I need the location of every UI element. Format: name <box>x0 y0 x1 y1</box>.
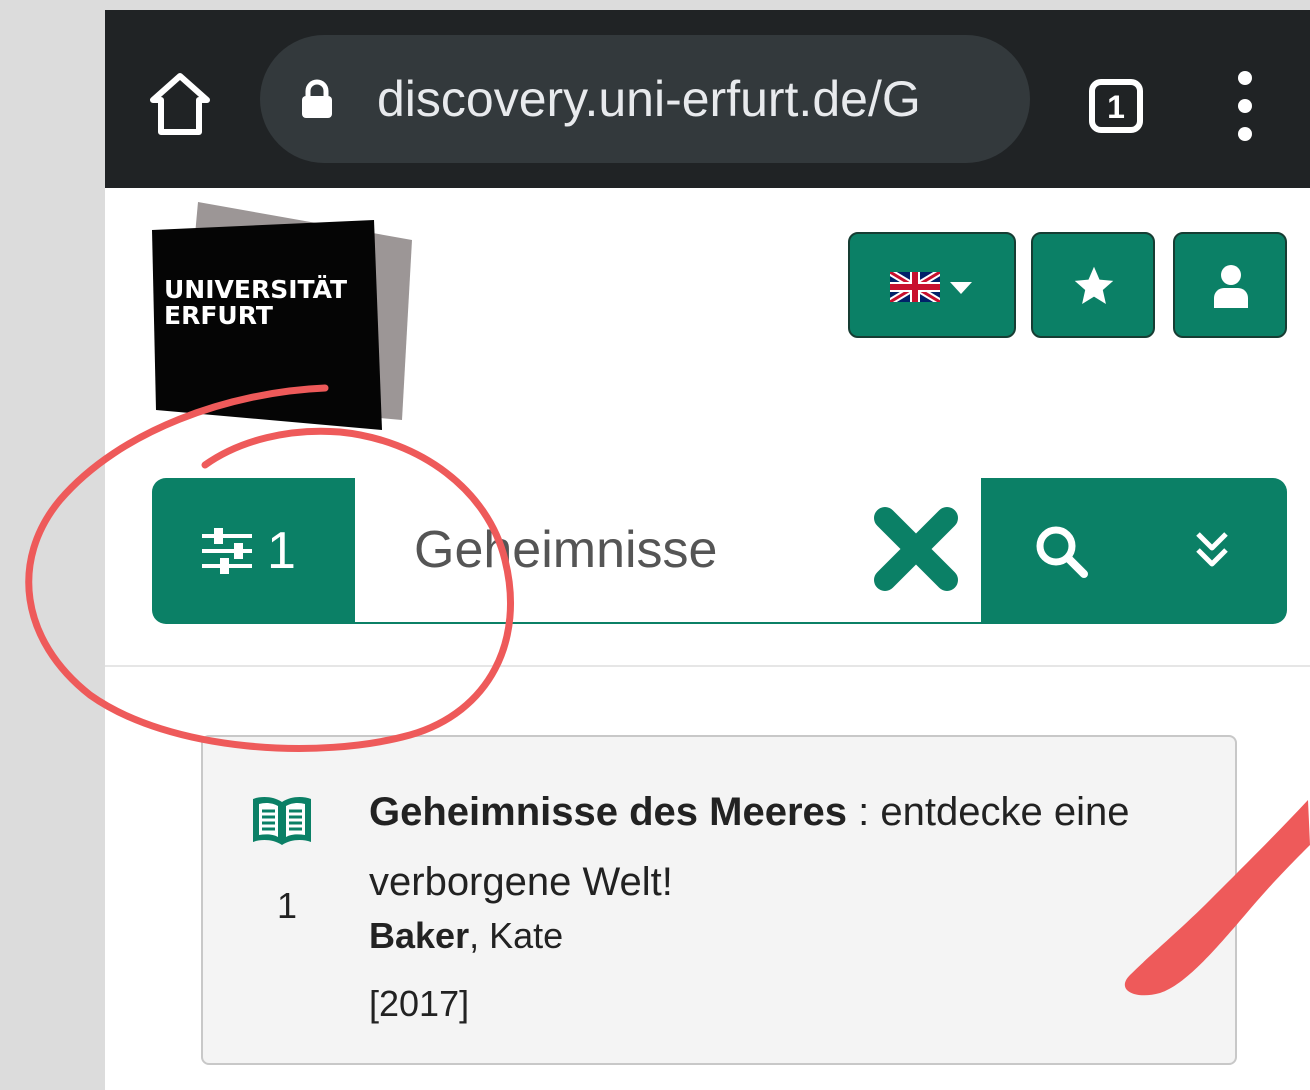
search-submit-button[interactable] <box>981 478 1147 624</box>
result-title-main[interactable]: Geheimnisse des Meeres <box>369 790 847 834</box>
filter-button[interactable]: 1 <box>152 478 355 624</box>
tabs-icon[interactable]: 1 <box>1088 78 1144 134</box>
lock-icon <box>302 79 332 118</box>
result-date: [2017] <box>369 983 470 1024</box>
advanced-search-toggle[interactable] <box>1147 478 1287 624</box>
book-icon <box>253 797 311 845</box>
phone-screen: discovery.uni-erfurt.de/G 1 UNIVERSITÄT … <box>105 10 1310 1090</box>
search-icon <box>1036 526 1088 578</box>
tab-count: 1 <box>1107 89 1125 125</box>
more-vert-icon[interactable] <box>1220 68 1270 144</box>
divider <box>105 665 1310 667</box>
url-text[interactable]: discovery.uni-erfurt.de/G <box>377 35 1017 163</box>
close-icon[interactable] <box>873 506 959 592</box>
uk-flag-icon <box>890 272 940 302</box>
home-icon[interactable] <box>145 68 215 138</box>
search-query[interactable]: Geheimnisse <box>414 478 717 622</box>
caret-down-icon <box>950 282 972 294</box>
result-item[interactable]: 1 Geheimnisse des Meeres : entdecke eine… <box>201 735 1237 1065</box>
sliders-icon <box>202 528 252 574</box>
address-bar[interactable]: discovery.uni-erfurt.de/G <box>260 35 1030 163</box>
chevron-double-down-icon <box>1196 532 1228 567</box>
browser-toolbar: discovery.uni-erfurt.de/G 1 <box>105 10 1310 188</box>
result-author[interactable]: Baker, Kate <box>369 915 563 957</box>
university-logo[interactable]: UNIVERSITÄT ERFURT <box>150 200 420 435</box>
search-input[interactable]: Geheimnisse <box>355 478 981 624</box>
language-button[interactable] <box>848 232 1016 338</box>
favorites-button[interactable] <box>1031 232 1155 338</box>
logo-line2: ERFURT <box>164 301 273 330</box>
author-first-name: , Kate <box>469 915 564 956</box>
user-icon <box>1214 265 1248 308</box>
logo-line1: UNIVERSITÄT <box>164 274 347 304</box>
star-icon <box>1074 266 1114 304</box>
author-last-name: Baker <box>369 915 470 956</box>
active-filter-count: 1 <box>267 522 296 580</box>
search-bar: 1 Geheimnisse <box>152 478 1287 624</box>
account-button[interactable] <box>1173 232 1287 338</box>
result-title[interactable]: Geheimnisse des Meeres : entdecke eine v… <box>369 777 1209 917</box>
result-number: 1 <box>277 885 298 926</box>
